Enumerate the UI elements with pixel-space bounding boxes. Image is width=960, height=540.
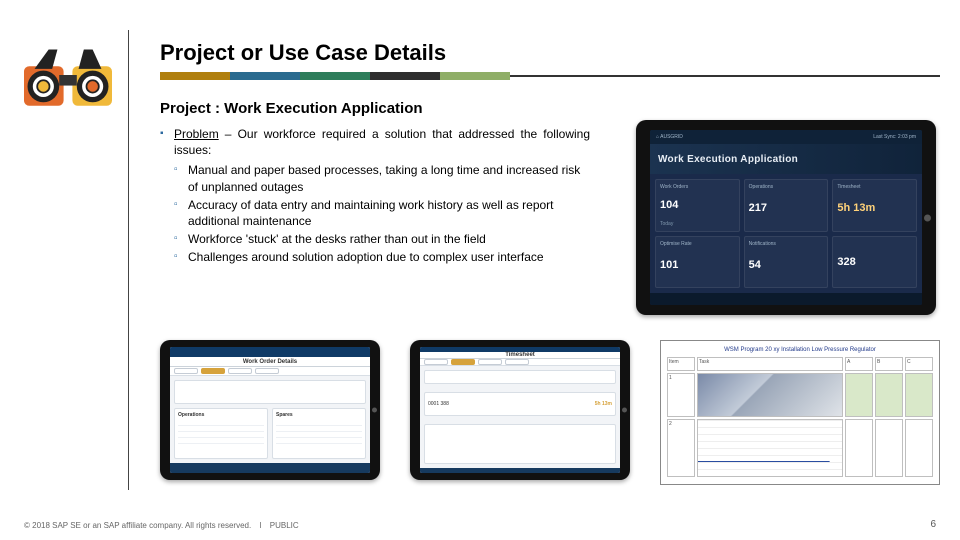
tile-optimise: Optimise Rate 101 — [655, 236, 740, 289]
doc-cell — [845, 419, 873, 477]
tablet-mock-detail-1: Work Order Details Operations Spares — [160, 340, 380, 480]
problem-label: Problem — [174, 127, 219, 141]
filter-panel — [424, 370, 616, 384]
copyright-text: © 2018 SAP SE or an SAP affiliate compan… — [24, 521, 251, 530]
tile-misc: 328 — [832, 236, 917, 289]
doc-title: WSM Program 20 xy Installation Low Press… — [667, 347, 933, 353]
problem-lead-text: – Our workforce required a solution that… — [174, 127, 590, 157]
app-timesheet: Timesheet 0001 388 5h 13m — [420, 347, 620, 473]
project-subtitle: Project : Work Execution Application — [160, 100, 423, 117]
spares-panel: Spares — [272, 408, 366, 459]
operations-panel: Operations — [174, 408, 268, 459]
entry-card: 0001 388 5h 13m — [424, 392, 616, 416]
app-hero-title: Work Execution Application — [650, 144, 922, 174]
tile-timesheet: Timesheet 5h 13m — [832, 179, 917, 232]
app-work-order-details: Work Order Details Operations Spares — [170, 347, 370, 473]
slide: Project or Use Case Details Project : Wo… — [0, 0, 960, 540]
page-title: Project or Use Case Details — [160, 40, 446, 66]
doc-col-header: Item — [667, 357, 695, 371]
doc-cell — [905, 419, 933, 477]
doc-col-header: C — [905, 357, 933, 371]
tile-work-orders: Work Orders 104 Today — [655, 179, 740, 232]
doc-col-header: A — [845, 357, 873, 371]
doc-cell — [905, 373, 933, 417]
doc-cell: 2 — [667, 419, 695, 477]
doc-signature — [697, 419, 843, 477]
tablet-mock-detail-2: Timesheet 0001 388 5h 13m — [410, 340, 630, 480]
doc-cell — [875, 419, 903, 477]
app-dashboard: ⌂ AUSGRID Last Sync: 2:03 pm Work Execut… — [650, 130, 922, 305]
blank-panel — [424, 424, 616, 464]
tile-notifications: Notifications 54 — [744, 236, 829, 289]
slide-footer: © 2018 SAP SE or an SAP affiliate compan… — [24, 521, 299, 530]
tile-operations: Operations 217 — [744, 179, 829, 232]
tablet-mock-main: ⌂ AUSGRID Last Sync: 2:03 pm Work Execut… — [636, 120, 936, 315]
body-text: Problem – Our workforce required a solut… — [160, 126, 590, 268]
vertical-divider — [128, 30, 129, 490]
app-logo-text: ⌂ AUSGRID — [656, 134, 683, 140]
bullet-item: Workforce 'stuck' at the desks rather th… — [174, 231, 590, 247]
last-sync-text: Last Sync: 2:03 pm — [873, 134, 916, 140]
doc-cell — [845, 373, 873, 417]
summary-panel — [174, 380, 366, 404]
document-thumbnail: WSM Program 20 xy Installation Low Press… — [660, 340, 940, 485]
classification-text: PUBLIC — [270, 521, 299, 530]
page-number: 6 — [930, 519, 936, 530]
bullet-item: Accuracy of data entry and maintaining w… — [174, 197, 590, 229]
doc-photo — [697, 373, 843, 417]
home-button-icon — [924, 214, 931, 221]
accent-bar — [160, 72, 940, 80]
home-button-icon — [622, 408, 627, 413]
app-tabbar — [650, 293, 922, 305]
bullet-item: Manual and paper based processes, taking… — [174, 162, 590, 194]
home-button-icon — [372, 408, 377, 413]
screen-header: Work Order Details — [170, 357, 370, 367]
doc-cell: 1 — [667, 373, 695, 417]
binoculars-icon — [24, 44, 112, 106]
doc-cell — [875, 373, 903, 417]
doc-col-header: Task — [697, 357, 843, 371]
doc-col-header: B — [875, 357, 903, 371]
screen-header: Timesheet — [420, 352, 620, 359]
bullet-item: Challenges around solution adoption due … — [174, 249, 590, 265]
